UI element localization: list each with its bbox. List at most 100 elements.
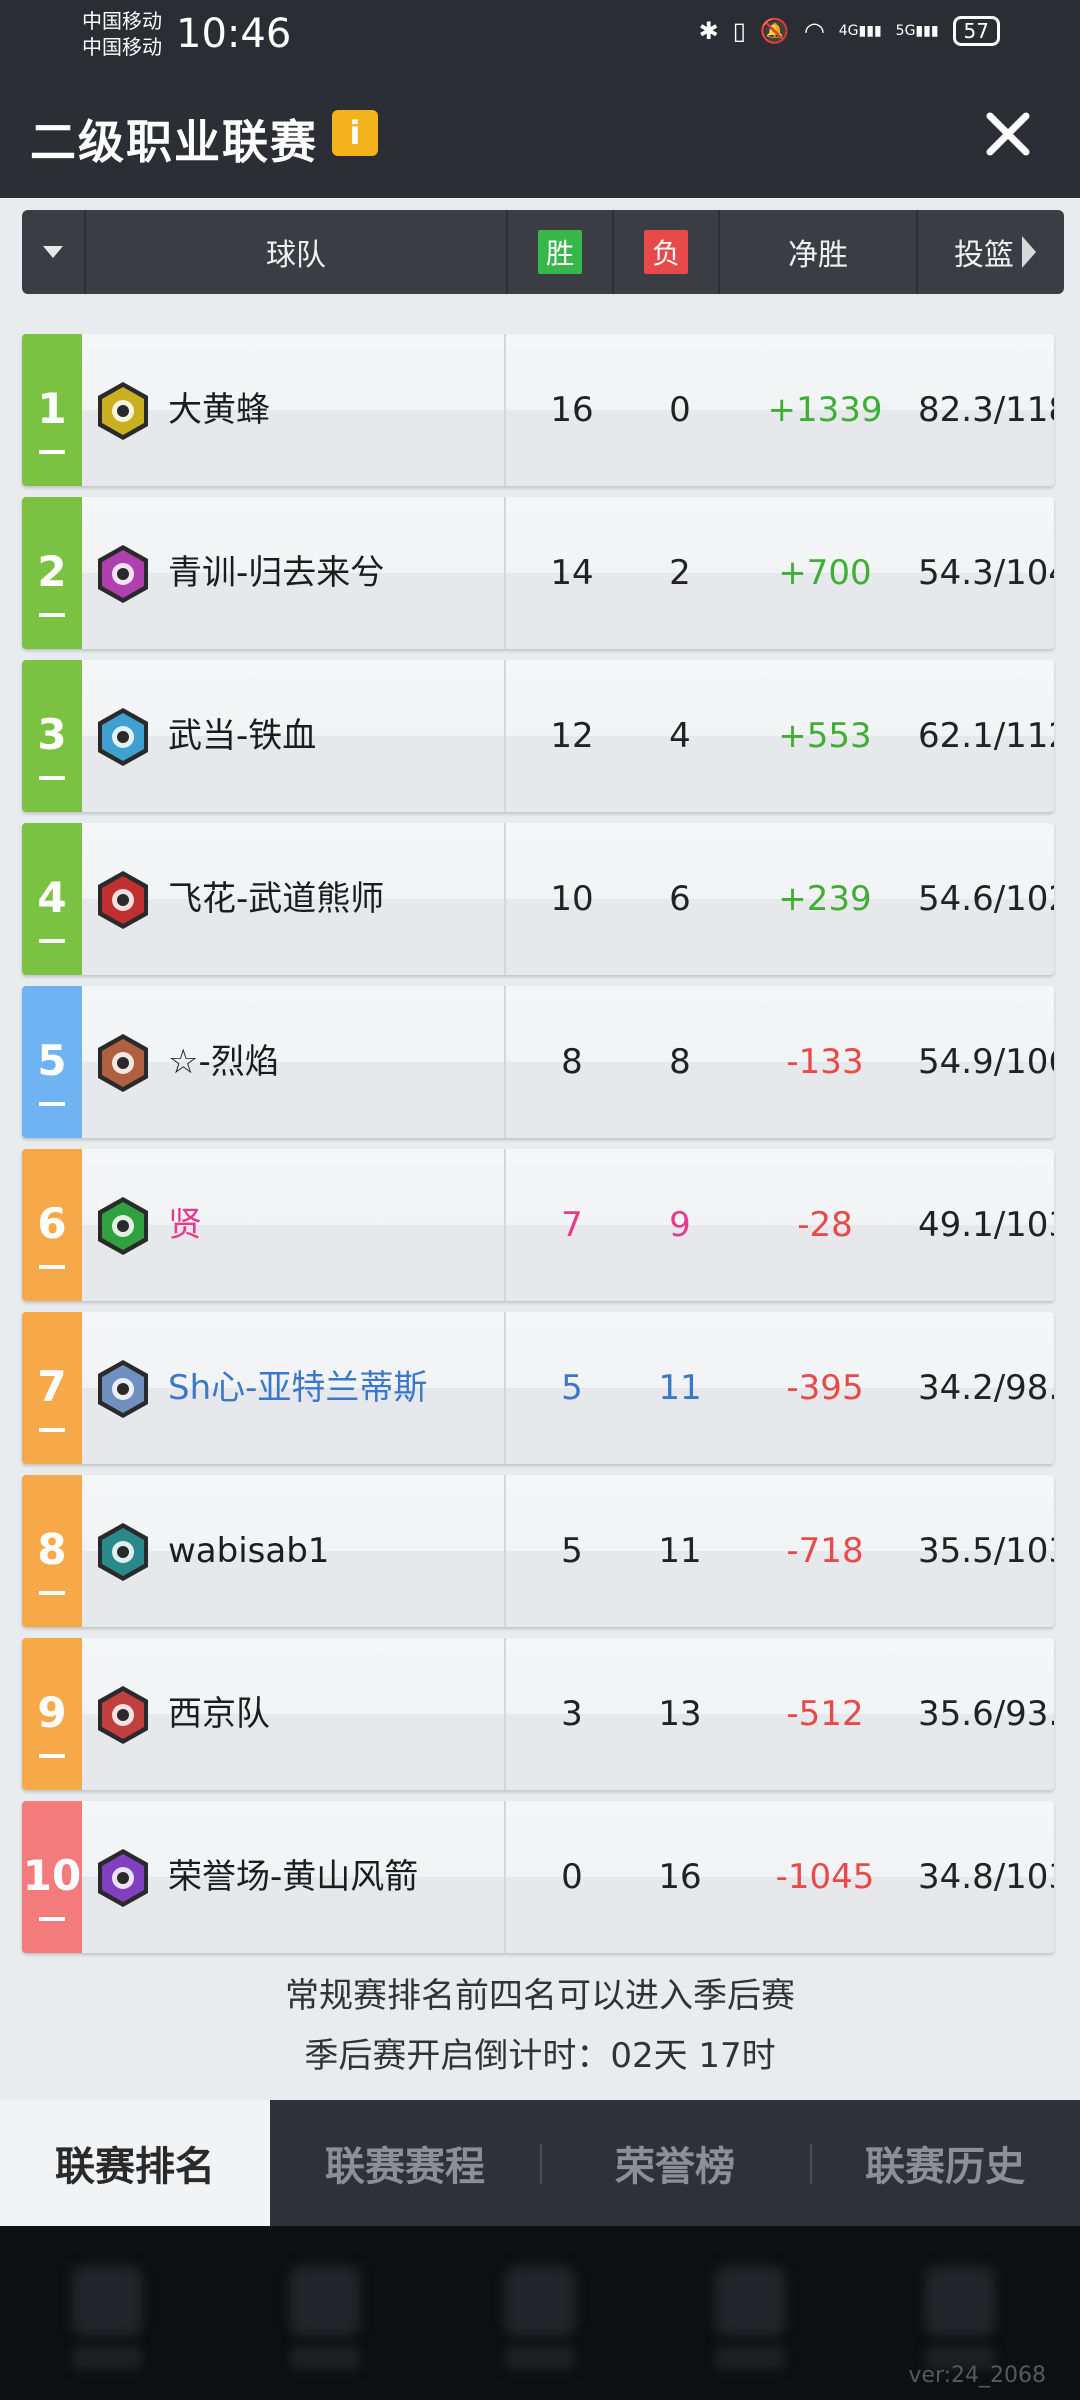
losses-value: 2 — [669, 553, 691, 593]
losses-value: 16 — [658, 1857, 702, 1897]
net-value: +1339 — [767, 390, 883, 430]
triangle-down-icon — [43, 246, 63, 258]
column-shooting[interactable]: 投篮 — [918, 210, 1064, 294]
carrier-labels: 中国移动 中国移动 — [82, 8, 162, 60]
shooting-value: 49.1/103 — [918, 1205, 1054, 1245]
rank-number: 7 — [37, 1362, 67, 1411]
info-button[interactable]: i — [332, 110, 378, 156]
divider — [504, 660, 506, 812]
table-row[interactable]: 1 大黄蜂 16 0 +1339 82.3/118 — [22, 334, 1054, 486]
losses-value: 9 — [669, 1205, 691, 1245]
column-team: 球队 — [266, 238, 326, 273]
playoff-rule-note: 常规赛排名前四名可以进入季后赛 — [285, 1976, 795, 2016]
shooting-value: 34.8/103 — [918, 1857, 1054, 1897]
team-name: 西京队 — [168, 1694, 270, 1734]
net-value: -395 — [786, 1368, 864, 1408]
signal-4g-icon: 4G▮▮▮ — [838, 23, 882, 39]
rank-change-dash — [39, 776, 65, 780]
rank-change-dash — [39, 1591, 65, 1595]
team-name: 青训-归去来兮 — [168, 553, 385, 593]
rank-badge: 4 — [22, 823, 82, 975]
wifi-icon: ◠ — [803, 17, 825, 45]
tab-league-ranking[interactable]: 联赛排名 — [0, 2100, 270, 2226]
blurred-label — [505, 2346, 575, 2370]
table-row[interactable]: 3 武当-铁血 12 4 +553 62.1/112 — [22, 660, 1054, 812]
net-value: -28 — [797, 1205, 853, 1245]
column-win[interactable]: 胜 — [508, 210, 612, 294]
losses-value: 8 — [669, 1042, 691, 1082]
team-name: 荣誉场-黄山风箭 — [168, 1857, 419, 1897]
divider — [504, 1149, 506, 1301]
losses-value: 4 — [669, 716, 691, 756]
playoff-countdown: 季后赛开启倒计时：02天 17时 — [304, 2036, 776, 2076]
table-row[interactable]: 5 ☆-烈焰 8 8 -133 54.9/106 — [22, 986, 1054, 1138]
team-logo-icon — [98, 708, 148, 766]
net-value: -512 — [786, 1694, 864, 1734]
divider — [504, 1638, 506, 1790]
blurred-dock: ver:24_2068 — [0, 2226, 1080, 2400]
rank-change-dash — [39, 1917, 65, 1921]
mute-bell-icon: 🔕 — [759, 17, 790, 45]
rank-badge: 3 — [22, 660, 82, 812]
losses-value: 11 — [658, 1368, 702, 1408]
rank-number: 4 — [37, 873, 67, 922]
rank-number: 10 — [22, 1851, 82, 1900]
wins-value: 5 — [561, 1368, 583, 1408]
team-name: ☆-烈焰 — [168, 1042, 279, 1082]
rank-change-dash — [39, 1265, 65, 1269]
team-name: 大黄蜂 — [168, 390, 270, 430]
team-logo-icon — [98, 1197, 148, 1255]
shooting-value: 35.6/93. — [918, 1694, 1054, 1734]
table-row[interactable]: 7 Sh心-亚特兰蒂斯 5 11 -395 34.2/98. — [22, 1312, 1054, 1464]
blurred-label — [715, 2346, 785, 2370]
wins-value: 3 — [561, 1694, 583, 1734]
rank-number: 1 — [37, 384, 67, 433]
tab-league-schedule[interactable]: 联赛赛程 — [270, 2100, 540, 2226]
rank-number: 5 — [37, 1036, 67, 1085]
battery-icon: 57 — [952, 16, 1000, 46]
table-row[interactable]: 10 荣誉场-黄山风箭 0 16 -1045 34.8/103 — [22, 1801, 1054, 1953]
wins-value: 8 — [561, 1042, 583, 1082]
close-button[interactable] — [976, 102, 1040, 166]
win-label: 胜 — [537, 230, 582, 274]
blurred-label — [72, 2346, 142, 2370]
bluetooth-icon: ✱ — [698, 17, 719, 45]
shooting-value: 54.3/104 — [918, 553, 1054, 593]
divider — [504, 986, 506, 1138]
losses-value: 0 — [669, 390, 691, 430]
team-name: 贤 — [168, 1205, 202, 1245]
vibrate-icon: ▯ — [732, 17, 746, 45]
sort-dropdown-button[interactable] — [22, 210, 84, 294]
shooting-value: 35.5/103 — [918, 1531, 1054, 1571]
rank-badge: 9 — [22, 1638, 82, 1790]
rank-number: 3 — [37, 710, 67, 759]
table-row[interactable]: 9 西京队 3 13 -512 35.6/93. — [22, 1638, 1054, 1790]
table-row[interactable]: 2 青训-归去来兮 14 2 +700 54.3/104 — [22, 497, 1054, 649]
carrier-1: 中国移动 — [82, 9, 162, 33]
table-header: 球队 胜 负 净胜 投篮 — [22, 210, 1064, 294]
team-logo-icon — [98, 1849, 148, 1907]
tab-honor-board[interactable]: 荣誉榜 — [540, 2100, 810, 2226]
net-value: -133 — [786, 1042, 864, 1082]
shooting-value: 54.6/102 — [918, 879, 1054, 919]
shooting-value: 82.3/118 — [918, 390, 1054, 430]
tab-league-history[interactable]: 联赛历史 — [810, 2100, 1080, 2226]
losses-value: 6 — [669, 879, 691, 919]
losses-value: 11 — [658, 1531, 702, 1571]
status-icons: ✱ ▯ 🔕 ◠ 4G▮▮▮ 5G▮▮▮ 57 — [699, 16, 1000, 46]
column-net[interactable]: 净胜 — [720, 210, 916, 294]
team-logo-icon — [98, 1034, 148, 1092]
blurred-icon — [925, 2266, 995, 2336]
team-logo-icon — [98, 382, 148, 440]
team-name: Sh心-亚特兰蒂斯 — [168, 1368, 428, 1408]
rank-change-dash — [39, 1754, 65, 1758]
column-loss[interactable]: 负 — [614, 210, 718, 294]
team-logo-icon — [98, 545, 148, 603]
table-row[interactable]: 8 wabisab1 5 11 -718 35.5/103 — [22, 1475, 1054, 1627]
close-icon — [986, 112, 1030, 156]
divider — [504, 1475, 506, 1627]
table-row[interactable]: 6 贤 7 9 -28 49.1/103 — [22, 1149, 1054, 1301]
team-logo-icon — [98, 1686, 148, 1744]
table-row[interactable]: 4 飞花-武道熊师 10 6 +239 54.6/102 — [22, 823, 1054, 975]
rank-badge: 6 — [22, 1149, 82, 1301]
